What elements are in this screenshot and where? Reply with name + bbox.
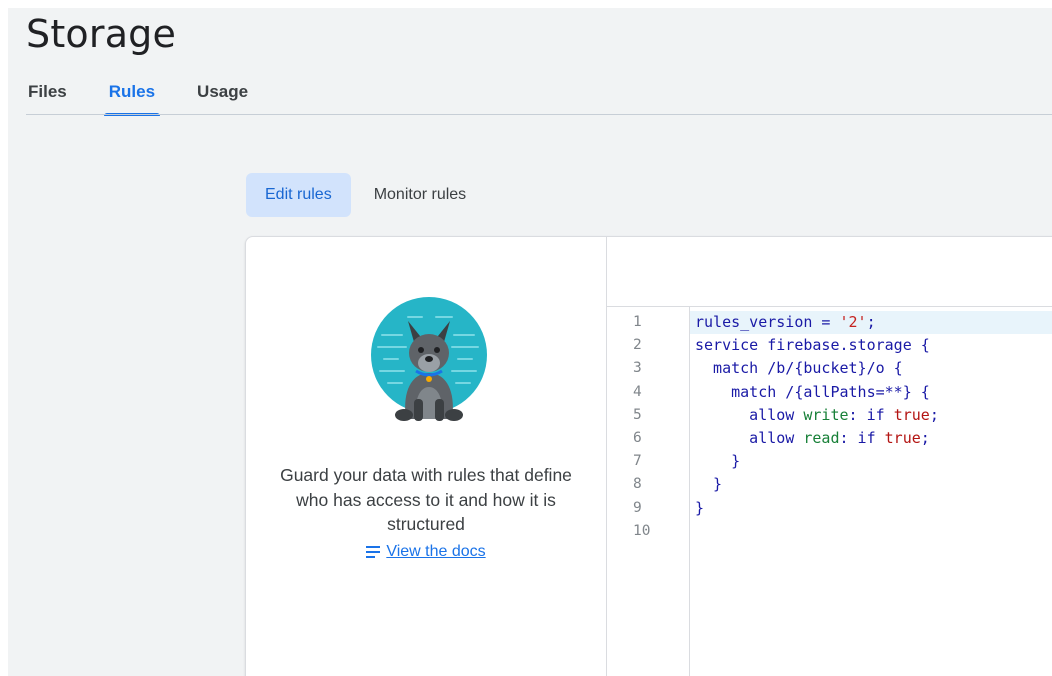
code-token: : if [839, 428, 885, 447]
guard-message: Guard your data with rules that define w… [280, 465, 572, 534]
code-line[interactable]: } [690, 450, 1052, 473]
code-token: ; [920, 428, 930, 447]
code-line[interactable]: allow read: if true; [690, 427, 1052, 450]
info-panel: Guard your data with rules that define w… [246, 237, 607, 676]
page-title: Storage [26, 12, 177, 56]
line-number: 6 [633, 429, 642, 446]
edit-rules-tab[interactable]: Edit rules [246, 173, 351, 217]
line-number: 1 [633, 314, 642, 330]
rules-subtabs: Edit rules Monitor rules [246, 173, 485, 217]
view-docs-label: View the docs [386, 543, 486, 560]
rules-card: Guard your data with rules that define w… [245, 236, 1052, 676]
storage-page: Storage Files Rules Usage Edit rules Mon… [8, 8, 1052, 676]
line-number: 7 [633, 453, 642, 470]
editor-toolbar [607, 237, 1052, 307]
code-token: match /{allPaths=**} { [695, 382, 930, 401]
line-number: 9 [633, 499, 642, 516]
guard-dog-icon [368, 295, 490, 425]
line-number: 8 [633, 476, 642, 493]
code-line[interactable]: match /{allPaths=**} { [690, 381, 1052, 404]
code-token: } [695, 498, 705, 517]
tabs-divider [26, 114, 1052, 115]
tab-files[interactable]: Files [26, 76, 69, 116]
code-token: ; [929, 405, 939, 424]
code-token: write [803, 405, 849, 424]
code-line[interactable]: rules_version = '2'; [690, 311, 1052, 335]
code-line[interactable]: allow write: if true; [690, 404, 1052, 427]
tab-usage[interactable]: Usage [195, 76, 250, 116]
code-token: } [695, 452, 741, 471]
line-number: 4 [633, 383, 642, 400]
code-line[interactable]: } [690, 473, 1052, 496]
code-line[interactable]: service firebase.storage { [690, 334, 1052, 357]
monitor-rules-tab[interactable]: Monitor rules [355, 173, 485, 217]
code-token: service firebase.storage { [695, 336, 930, 355]
code-token: allow [695, 428, 804, 447]
code-token: true [884, 428, 921, 447]
tab-rules[interactable]: Rules [103, 76, 161, 116]
line-number-gutter: 1 2 3 4 5 6 7 8 9 10 [607, 307, 690, 676]
view-docs-link[interactable]: View the docs [246, 543, 606, 561]
code-token: read [803, 428, 840, 447]
code-token: allow [695, 405, 804, 424]
code-token: ; [866, 313, 876, 331]
line-number: 5 [633, 406, 642, 423]
code-token: } [695, 475, 723, 494]
code-token: : if [848, 405, 894, 424]
docs-list-icon [366, 546, 381, 558]
line-number: 2 [633, 337, 642, 354]
code-token: '2' [839, 313, 867, 331]
code-line[interactable] [690, 520, 1052, 543]
code-token: true [893, 405, 930, 424]
line-number: 3 [633, 360, 642, 377]
line-number: 10 [633, 522, 651, 539]
code-token: match /b/{bucket}/o { [695, 359, 903, 378]
code-line[interactable]: } [690, 497, 1052, 520]
code-line[interactable]: match /b/{bucket}/o { [690, 357, 1052, 380]
rules-code-editor[interactable]: rules_version = '2'; service firebase.sto… [690, 307, 1052, 676]
main-tabs: Files Rules Usage [26, 76, 250, 116]
code-token: rules_version = [695, 313, 840, 331]
